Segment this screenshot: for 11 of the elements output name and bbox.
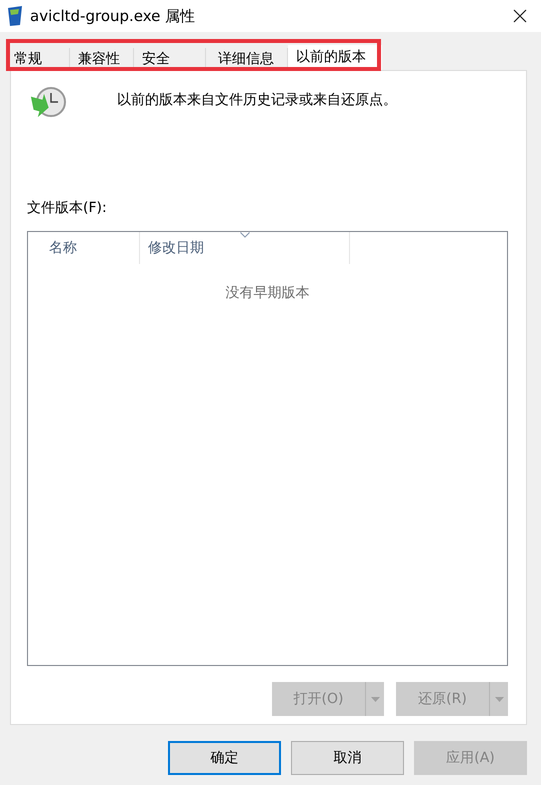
close-icon[interactable]: [513, 9, 527, 23]
column-header[interactable]: 修改日期: [140, 232, 350, 264]
app-icon: [6, 5, 24, 27]
dialog-button[interactable]: 确定: [168, 741, 281, 775]
column-header[interactable]: 名称: [28, 232, 140, 264]
list-label: 文件版本(F):: [27, 199, 108, 217]
description-text: 以前的版本来自文件历史记录或来自还原点。: [117, 91, 397, 109]
empty-message: 没有早期版本: [224, 284, 310, 302]
window-title: avicltd-group.exe 属性: [30, 6, 196, 26]
sort-caret-icon: [240, 232, 250, 238]
dialog-button[interactable]: 取消: [291, 741, 404, 775]
